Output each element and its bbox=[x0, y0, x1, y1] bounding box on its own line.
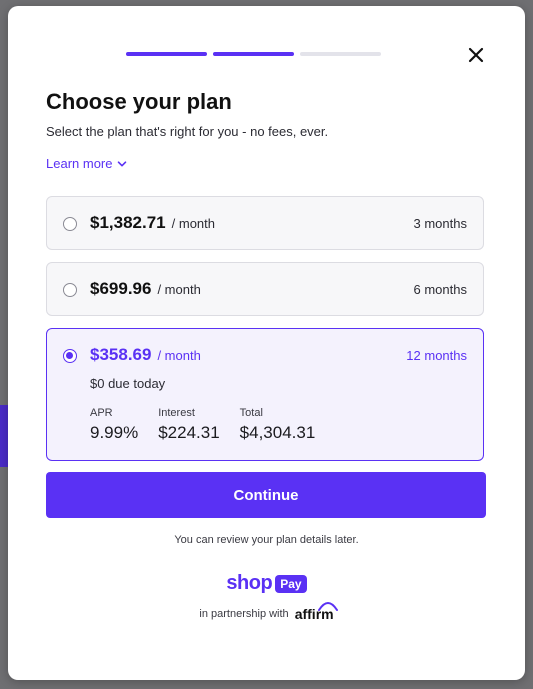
radio-button[interactable] bbox=[63, 217, 77, 231]
due-today: $0 due today bbox=[90, 376, 166, 391]
review-note: You can review your plan details later. bbox=[174, 534, 359, 546]
interest-label: Interest bbox=[158, 407, 195, 419]
interest-stat: Interest $224.31 bbox=[158, 407, 219, 443]
affirm-arc-icon bbox=[317, 602, 338, 611]
affirm-logo: affirm bbox=[295, 602, 338, 622]
page-title: Choose your plan bbox=[46, 89, 232, 114]
learn-more-label: Learn more bbox=[46, 156, 113, 171]
plan-term: 12 months bbox=[406, 348, 467, 363]
progress-step-2 bbox=[213, 52, 294, 56]
chevron-down-icon bbox=[118, 160, 127, 166]
plan-option-3-months[interactable]: $1,382.71/ month 3 months bbox=[46, 196, 484, 250]
plan-details: APR 9.99% Interest $224.31 Total $4,304.… bbox=[90, 407, 335, 443]
apr-label: APR bbox=[90, 407, 113, 419]
backdrop-accent bbox=[0, 405, 8, 467]
total-label: Total bbox=[239, 407, 263, 419]
plan-amount: $358.69/ month bbox=[90, 345, 201, 364]
partnership-line: in partnership with affirm bbox=[8, 602, 525, 622]
progress-step-1 bbox=[126, 52, 207, 56]
shop-pay-logo: shop Pay bbox=[8, 572, 525, 595]
progress-step-3 bbox=[300, 52, 381, 56]
total-stat: Total $4,304.31 bbox=[240, 407, 316, 443]
plan-option-6-months[interactable]: $699.96/ month 6 months bbox=[46, 262, 484, 316]
continue-button[interactable]: Continue bbox=[46, 472, 486, 518]
plan-selection-modal: Choose your plan Select the plan that's … bbox=[8, 6, 525, 680]
plan-per-period: / month bbox=[157, 282, 201, 297]
close-button[interactable] bbox=[467, 46, 485, 64]
plan-per-period: / month bbox=[157, 348, 201, 363]
step-progress bbox=[126, 52, 381, 56]
plan-amount: $699.96/ month bbox=[90, 279, 201, 298]
pay-badge: Pay bbox=[275, 574, 307, 593]
radio-button[interactable] bbox=[63, 283, 77, 297]
plan-term: 3 months bbox=[413, 216, 467, 231]
radio-button-selected[interactable] bbox=[63, 349, 77, 363]
plan-per-period: / month bbox=[171, 216, 215, 231]
interest-value: $224.31 bbox=[158, 423, 220, 442]
plan-amount: $1,382.71/ month bbox=[90, 213, 215, 232]
shop-wordmark: shop bbox=[226, 572, 273, 594]
learn-more-link[interactable]: Learn more bbox=[46, 156, 127, 171]
plan-term: 6 months bbox=[413, 282, 467, 297]
plan-option-12-months[interactable]: $358.69/ month 12 months $0 due today AP… bbox=[46, 328, 484, 461]
total-value: $4,304.31 bbox=[239, 423, 316, 442]
apr-stat: APR 9.99% bbox=[90, 407, 138, 443]
close-icon bbox=[468, 47, 484, 63]
page-subtitle: Select the plan that's right for you - n… bbox=[46, 124, 329, 139]
partnership-text: in partnership with bbox=[199, 608, 289, 620]
apr-value: 9.99% bbox=[90, 423, 139, 442]
